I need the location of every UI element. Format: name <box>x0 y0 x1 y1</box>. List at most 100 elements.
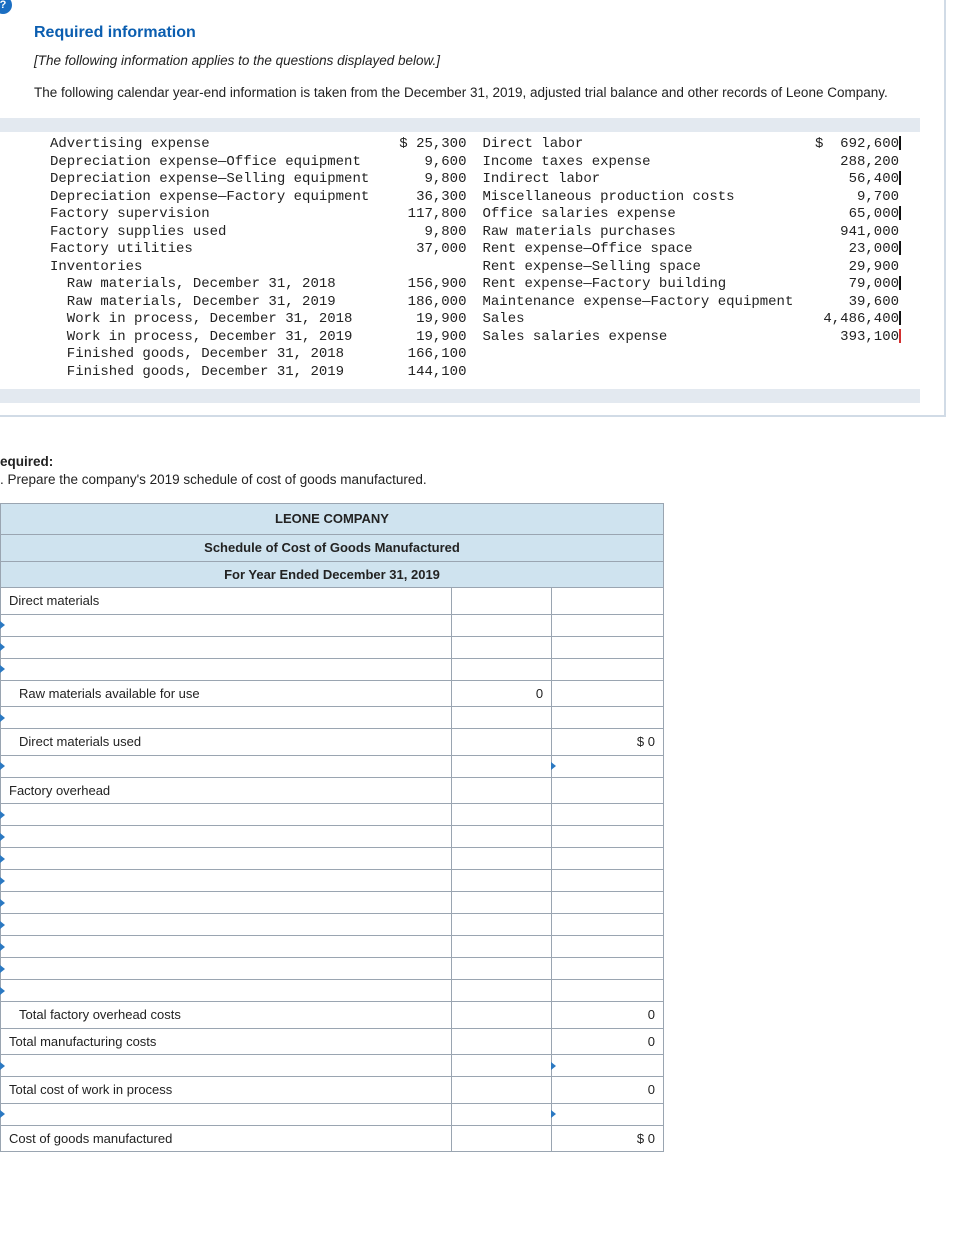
schedule-amount-cell-c[interactable] <box>552 826 664 848</box>
trial-balance-row: Finished goods, December 31, 2019 144,10… <box>50 364 920 382</box>
schedule-amount-cell-c[interactable] <box>552 777 664 804</box>
schedule-label-cell: Total manufacturing costs <box>1 1028 452 1055</box>
schedule-row: Direct materials used$ 0 <box>1 729 664 756</box>
schedule-dropdown-cell[interactable] <box>1 870 452 892</box>
schedule-amount-cell-b[interactable] <box>452 1028 552 1055</box>
step-badge: ? <box>0 0 12 14</box>
schedule-amount-cell-c[interactable]: 0 <box>552 1028 664 1055</box>
schedule-amount-cell-c[interactable] <box>552 804 664 826</box>
schedule-amount-cell-c[interactable] <box>552 848 664 870</box>
schedule-amount-cell-b[interactable] <box>452 777 552 804</box>
schedule-amount-cell-b[interactable]: 0 <box>452 680 552 707</box>
schedule-amount-cell-b[interactable] <box>452 804 552 826</box>
schedule-amount-cell-b[interactable] <box>452 1125 552 1152</box>
schedule-amount-cell-b[interactable] <box>452 658 552 680</box>
schedule-amount-cell-b[interactable] <box>452 1055 552 1077</box>
schedule-amount-cell-b[interactable] <box>452 1103 552 1125</box>
schedule-amount-cell-c[interactable]: $ 0 <box>552 729 664 756</box>
schedule-amount-cell-b[interactable] <box>452 980 552 1002</box>
schedule-dropdown-cell[interactable] <box>1 980 452 1002</box>
schedule-amount-cell-c[interactable] <box>552 588 664 615</box>
schedule-row <box>1 755 664 777</box>
trial-balance-row: Raw materials, December 31, 2018 156,900… <box>50 276 920 294</box>
schedule-amount-cell-b[interactable] <box>452 826 552 848</box>
schedule-dropdown-cell[interactable] <box>1 848 452 870</box>
schedule-dropdown-cell[interactable] <box>1 614 452 636</box>
schedule-dropdown-cell[interactable] <box>1 804 452 826</box>
schedule-amount-cell-b[interactable] <box>452 848 552 870</box>
schedule-amount-cell-c[interactable] <box>552 980 664 1002</box>
schedule-dropdown-cell[interactable] <box>1 755 452 777</box>
schedule-dropdown-cell[interactable] <box>1 707 452 729</box>
schedule-amount-cell-c[interactable] <box>552 680 664 707</box>
schedule-dropdown-cell[interactable] <box>1 892 452 914</box>
schedule-amount-cell-b[interactable] <box>452 1002 552 1029</box>
schedule-amount-cell-c[interactable]: 0 <box>552 1002 664 1029</box>
schedule-label-cell: Total cost of work in process <box>1 1077 452 1104</box>
section-title: Required information <box>34 22 916 44</box>
section-intro: The following calendar year-end informat… <box>34 84 916 102</box>
trial-balance-row: Work in process, December 31, 2018 19,90… <box>50 311 920 329</box>
schedule-dropdown-cell[interactable] <box>1 936 452 958</box>
trial-balance-row: Inventories Rent expense—Selling space 2… <box>50 259 920 277</box>
required-heading: equired: <box>0 454 53 469</box>
schedule-dropdown-cell[interactable] <box>1 914 452 936</box>
schedule-dropdown-cell[interactable] <box>1 826 452 848</box>
trial-balance-panel: Advertising expense $ 25,300Direct labor… <box>0 118 920 403</box>
schedule-amount-cell-b[interactable] <box>452 892 552 914</box>
schedule-amount-cell-c[interactable] <box>552 755 664 777</box>
trial-balance-row: Factory utilities 37,000Rent expense—Off… <box>50 241 920 259</box>
schedule-amount-cell-b[interactable] <box>452 870 552 892</box>
schedule-dropdown-cell[interactable] <box>1 636 452 658</box>
schedule-dropdown-cell[interactable] <box>1 1103 452 1125</box>
schedule-amount-cell-b[interactable] <box>452 729 552 756</box>
schedule-amount-cell-c[interactable] <box>552 614 664 636</box>
trial-balance-row: Depreciation expense—Office equipment 9,… <box>50 154 920 172</box>
schedule-amount-cell-b[interactable] <box>452 707 552 729</box>
schedule-dropdown-cell[interactable] <box>1 1055 452 1077</box>
trial-balance-row: Depreciation expense—Factory equipment 3… <box>50 189 920 207</box>
schedule-row: Factory overhead <box>1 777 664 804</box>
schedule-row: Raw materials available for use0 <box>1 680 664 707</box>
trial-balance-row: Raw materials, December 31, 2019 186,000… <box>50 294 920 312</box>
schedule-amount-cell-c[interactable] <box>552 870 664 892</box>
schedule-amount-cell-b[interactable] <box>452 1077 552 1104</box>
schedule-amount-cell-b[interactable] <box>452 958 552 980</box>
schedule-row <box>1 826 664 848</box>
schedule-amount-cell-c[interactable]: 0 <box>552 1077 664 1104</box>
trial-balance-row: Depreciation expense—Selling equipment 9… <box>50 171 920 189</box>
schedule-row <box>1 914 664 936</box>
schedule-amount-cell-c[interactable] <box>552 658 664 680</box>
schedule-amount-cell-b[interactable] <box>452 614 552 636</box>
trial-balance-row: Factory supplies used 9,800Raw materials… <box>50 224 920 242</box>
schedule-amount-cell-c[interactable] <box>552 958 664 980</box>
schedule-amount-cell-c[interactable] <box>552 707 664 729</box>
schedule-dropdown-cell[interactable] <box>1 958 452 980</box>
required-block: equired: . Prepare the company's 2019 sc… <box>0 453 974 489</box>
schedule-row <box>1 1055 664 1077</box>
schedule-amount-cell-c[interactable] <box>552 914 664 936</box>
schedule-row <box>1 848 664 870</box>
schedule-amount-cell-b[interactable] <box>452 914 552 936</box>
schedule-amount-cell-b[interactable] <box>452 755 552 777</box>
required-text: . Prepare the company's 2019 schedule of… <box>0 471 974 489</box>
schedule-amount-cell-c[interactable]: $ 0 <box>552 1125 664 1152</box>
schedule-dropdown-cell[interactable] <box>1 658 452 680</box>
schedule-row <box>1 707 664 729</box>
schedule-header-period: For Year Ended December 31, 2019 <box>1 561 664 588</box>
schedule-amount-cell-c[interactable] <box>552 936 664 958</box>
schedule-amount-cell-b[interactable] <box>452 636 552 658</box>
schedule-amount-cell-c[interactable] <box>552 1103 664 1125</box>
schedule-row <box>1 804 664 826</box>
schedule-row <box>1 614 664 636</box>
schedule-amount-cell-c[interactable] <box>552 892 664 914</box>
schedule-amount-cell-b[interactable] <box>452 936 552 958</box>
schedule-row <box>1 1103 664 1125</box>
schedule-amount-cell-b[interactable] <box>452 588 552 615</box>
schedule-amount-cell-c[interactable] <box>552 1055 664 1077</box>
schedule-amount-cell-c[interactable] <box>552 636 664 658</box>
info-panel: ? Required information [The following in… <box>0 0 946 417</box>
trial-balance-row: Factory supervision 117,800Office salari… <box>50 206 920 224</box>
schedule-label-cell: Raw materials available for use <box>1 680 452 707</box>
schedule-row: Total manufacturing costs 0 <box>1 1028 664 1055</box>
